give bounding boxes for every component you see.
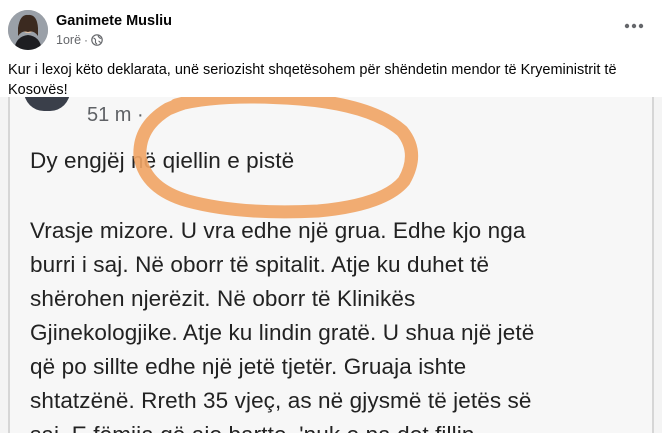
- avatar-photo: [8, 10, 48, 50]
- screenshot-text-line: Dy engjëj në qiellin e pistë: [30, 148, 295, 173]
- screenshot-edge-right: [652, 97, 654, 433]
- post-header: Ganimete Musliu 1orë ·: [0, 0, 662, 58]
- screenshot-text-line: saj. E fëmija që ajo bartte, 'nuk e pa d…: [30, 422, 474, 433]
- author-avatar[interactable]: [8, 10, 48, 50]
- screenshot-text-line: shërohen njerëzit. Në oborr të Klinikës: [30, 286, 416, 311]
- globe-icon[interactable]: [91, 34, 103, 46]
- caption-line: Kur i lexoj këto deklarata, unë seriozis…: [8, 62, 617, 78]
- screenshot-time: 51 m ·: [87, 104, 144, 126]
- author-name[interactable]: Ganimete Musliu: [56, 13, 172, 29]
- post-caption: Kur i lexoj këto deklarata, unë seriozis…: [8, 61, 658, 100]
- post-photo[interactable]: 51 m · Dy engjëj në qiellin e pistë Vras…: [0, 97, 662, 433]
- post-meta: 1orë ·: [56, 33, 103, 47]
- facebook-post: Ganimete Musliu 1orë · Kur i lexoj këto …: [0, 0, 662, 433]
- screenshot-text-line: burri i saj. Në oborr të spitalit. Atje …: [30, 252, 490, 277]
- screenshot-text-line: shtatzënë. Rreth 35 vjeç, as në gjysmë t…: [30, 388, 532, 413]
- screenshot-text-line: që po sillte edhe një jetë tjetër. Gruaj…: [30, 354, 467, 379]
- more-options-icon[interactable]: [620, 12, 648, 40]
- screenshot-edge-left: [8, 97, 10, 433]
- screenshot-text-line: Vrasje mizore. U vra edhe një grua. Edhe…: [30, 218, 526, 243]
- post-time[interactable]: 1orë: [56, 33, 81, 47]
- screenshot-text-line: Gjinekologjike. Atje ku lindin gratë. U …: [30, 320, 535, 345]
- shared-screenshot: 51 m · Dy engjëj në qiellin e pistë Vras…: [0, 97, 662, 433]
- meta-separator: ·: [84, 33, 89, 47]
